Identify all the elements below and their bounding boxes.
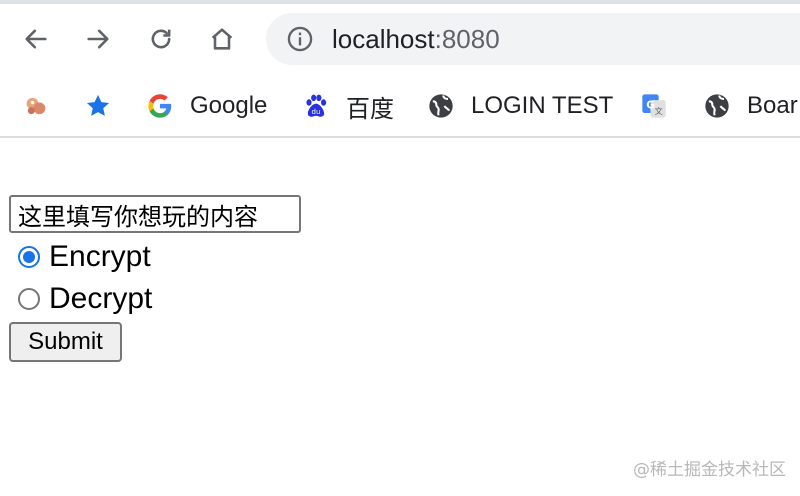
bookmark-label: LOGIN TEST — [471, 92, 614, 119]
browser-toolbar: localhost:8080 — [0, 0, 800, 78]
bookmark-baidu[interactable]: du 百度 — [302, 86, 394, 126]
svg-text:G: G — [646, 99, 655, 111]
back-icon — [25, 29, 47, 49]
content-input[interactable] — [9, 195, 301, 233]
forward-icon — [87, 29, 109, 49]
bookmark-login-test[interactable]: LOGIN TEST — [427, 86, 613, 126]
bookmark-label: Boar — [747, 92, 798, 119]
globe-icon — [427, 92, 455, 120]
bookmark-extension[interactable] — [22, 86, 66, 126]
bookmarks-bar: Google du 百度 LOGIN TEST G文 Boar — [0, 78, 800, 138]
back-button[interactable] — [19, 22, 53, 56]
bookmark-star[interactable] — [84, 86, 128, 126]
google-icon — [146, 92, 174, 120]
reload-button[interactable] — [144, 22, 178, 56]
address-bar[interactable]: localhost:8080 — [266, 13, 800, 65]
globe-icon — [703, 92, 731, 120]
bookmark-label: Google — [190, 92, 268, 119]
extension-icon — [22, 92, 50, 120]
baidu-icon: du — [302, 92, 330, 120]
reload-icon — [151, 29, 171, 49]
svg-text:du: du — [312, 108, 321, 116]
radio-button-decrypt[interactable] — [18, 288, 40, 310]
tab-strip-edge — [0, 0, 800, 4]
bookmark-label: 百度 — [346, 95, 394, 123]
url-port: :8080 — [434, 24, 500, 54]
url-host: localhost — [332, 24, 435, 54]
radio-encrypt[interactable]: Encrypt — [18, 238, 151, 276]
radio-label-encrypt: Encrypt — [49, 240, 151, 273]
bookmark-translate[interactable]: G文 — [640, 86, 684, 126]
star-icon — [84, 92, 112, 120]
radio-label-decrypt: Decrypt — [49, 282, 153, 315]
home-button[interactable] — [205, 22, 239, 56]
watermark: @稀土掘金技术社区 — [633, 460, 786, 480]
translate-icon: G文 — [640, 92, 668, 120]
forward-button[interactable] — [81, 22, 115, 56]
bookmark-boards[interactable]: Boar — [703, 86, 798, 126]
svg-text:文: 文 — [655, 106, 663, 116]
home-icon — [211, 28, 233, 50]
url-text: localhost:8080 — [332, 24, 500, 54]
radio-decrypt[interactable]: Decrypt — [18, 280, 152, 318]
info-icon[interactable] — [286, 25, 314, 53]
submit-button[interactable]: Submit — [9, 322, 122, 362]
page-content: Encrypt Decrypt Submit @稀土掘金技术社区 — [0, 138, 800, 496]
radio-button-encrypt[interactable] — [18, 246, 40, 268]
bookmark-google[interactable]: Google — [146, 86, 267, 126]
